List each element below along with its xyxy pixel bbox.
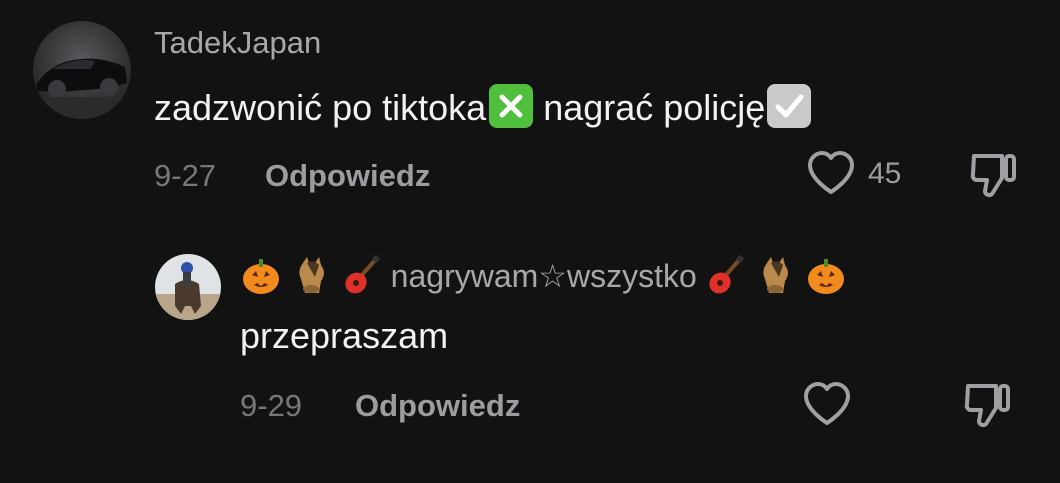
username[interactable]: TadekJapan xyxy=(154,27,321,58)
username-text: nagrywam☆wszystko xyxy=(390,258,697,294)
horse-face-icon xyxy=(291,255,333,302)
heart-icon[interactable] xyxy=(806,150,856,196)
check-box-with-check-icon xyxy=(767,84,812,128)
username[interactable]: nagrywam☆wszystko xyxy=(240,255,847,302)
cross-mark-button-icon xyxy=(489,84,534,128)
comment-text: zadzwonić po tiktoka nagrać policję xyxy=(154,84,812,128)
jack-o-lantern-icon xyxy=(805,255,847,302)
comment-text-part-1: zadzwonić po tiktoka xyxy=(154,87,487,128)
guitar-icon xyxy=(706,255,746,302)
guitar-icon xyxy=(342,255,382,302)
avatar[interactable] xyxy=(33,21,131,119)
car-avatar-image xyxy=(33,21,131,119)
reply-button[interactable]: Odpowiedz xyxy=(355,390,520,421)
like-count: 45 xyxy=(868,157,902,190)
comment-date: 9-27 xyxy=(154,158,217,193)
comment-text-part-2: nagrać policję xyxy=(533,87,766,128)
dislike-icon[interactable] xyxy=(968,150,1020,200)
reply-button[interactable]: Odpowiedz xyxy=(265,160,430,191)
horse-rider-avatar-image xyxy=(155,254,221,320)
comment-text: przepraszam xyxy=(240,315,449,356)
comment-date: 9-29 xyxy=(240,388,303,423)
horse-face-icon xyxy=(755,255,797,302)
jack-o-lantern-icon xyxy=(240,255,282,302)
avatar[interactable] xyxy=(155,254,221,320)
dislike-icon[interactable] xyxy=(962,380,1014,430)
heart-icon[interactable] xyxy=(802,381,852,427)
